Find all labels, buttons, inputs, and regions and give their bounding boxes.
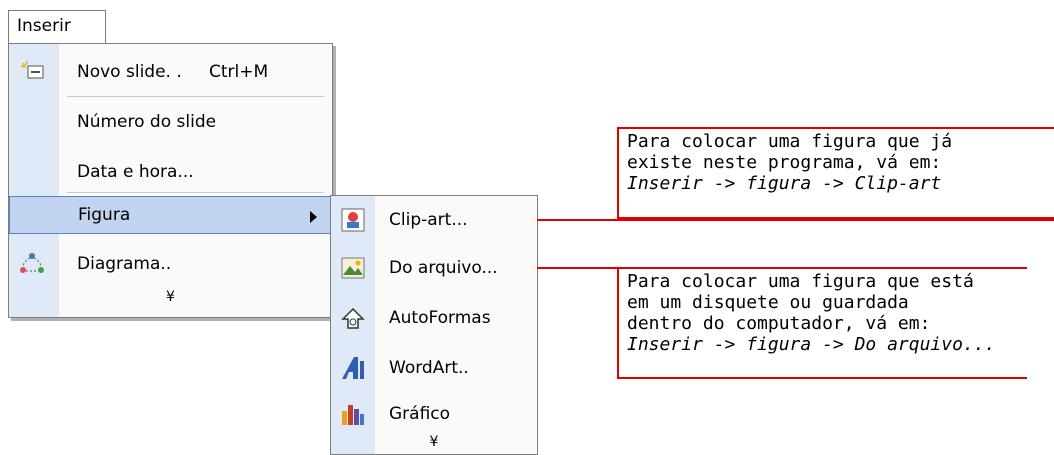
callout-text: existe neste programa, vá em:: [627, 152, 942, 173]
submenu-item-autoshapes[interactable]: AutoFormas: [331, 296, 537, 340]
callout-path: Inserir -> figura -> Do arquivo...: [627, 334, 996, 355]
new-slide-icon: [19, 60, 45, 84]
wordart-icon: [340, 355, 366, 381]
submenu-item-chart[interactable]: Gráfico: [331, 392, 537, 436]
submenu-item-label: Gráfico: [389, 404, 451, 424]
clipart-icon: [340, 207, 366, 233]
menu-separator: [67, 96, 324, 97]
submenu-item-wordart[interactable]: WordArt..: [331, 346, 537, 390]
connector-line-clipart: [537, 219, 1054, 221]
menu-item-new-slide[interactable]: Novo slide. . Ctrl+M: [9, 52, 332, 92]
submenu-item-clipart[interactable]: Clip-art...: [331, 198, 537, 242]
diagram-icon: [19, 252, 45, 276]
menu-item-label: Número do slide: [77, 112, 217, 132]
submenu-item-label: Do arquivo...: [389, 258, 498, 278]
menu-item-diagram[interactable]: Diagrama..: [9, 244, 332, 284]
menu-item-label: Diagrama..: [77, 254, 172, 274]
callout-clipart: Para colocar uma figura que já existe ne…: [617, 127, 1054, 219]
submenu-item-label: Clip-art...: [389, 210, 468, 230]
menu-item-label: Data e hora...: [77, 162, 194, 182]
figure-submenu: Clip-art... Do arquivo... AutoFormas Wor…: [330, 195, 538, 455]
menu-title: Inserir: [17, 16, 71, 36]
callout-text: Para colocar uma figura que já: [627, 131, 953, 152]
menu-item-slide-number[interactable]: Número do slide: [9, 102, 332, 142]
menu-separator: [67, 192, 324, 193]
picture-file-icon: [340, 255, 366, 281]
expand-menu-icon[interactable]: ¥: [9, 289, 332, 305]
menu-item-shortcut: Ctrl+M: [209, 62, 269, 82]
menu-item-label: Figura: [78, 205, 131, 225]
callout-text: dentro do computador, vá em:: [627, 313, 931, 334]
insert-menu: Novo slide. . Ctrl+M Número do slide Dat…: [8, 43, 333, 318]
callout-text: Para colocar uma figura que está: [627, 271, 974, 292]
submenu-arrow-icon: [310, 211, 317, 223]
callout-text: em um disquete ou guardada: [627, 292, 909, 313]
submenu-item-label: AutoFormas: [389, 308, 491, 328]
connector-line-from-file: [537, 267, 625, 269]
callout-path: Inserir -> figura -> Clip-art: [627, 173, 942, 194]
menu-item-label: Novo slide. .: [77, 62, 182, 82]
menu-item-date-time[interactable]: Data e hora...: [9, 152, 332, 192]
autoshapes-icon: [340, 305, 366, 331]
submenu-item-from-file[interactable]: Do arquivo...: [331, 246, 537, 290]
menu-item-figure[interactable]: Figura: [9, 196, 332, 234]
submenu-item-label: WordArt..: [389, 358, 469, 378]
menu-inserir[interactable]: Inserir: [8, 10, 106, 44]
callout-from-file: Para colocar uma figura que está em um d…: [617, 267, 1027, 379]
chart-icon: [340, 401, 366, 427]
expand-submenu-icon[interactable]: ¥: [331, 434, 537, 450]
